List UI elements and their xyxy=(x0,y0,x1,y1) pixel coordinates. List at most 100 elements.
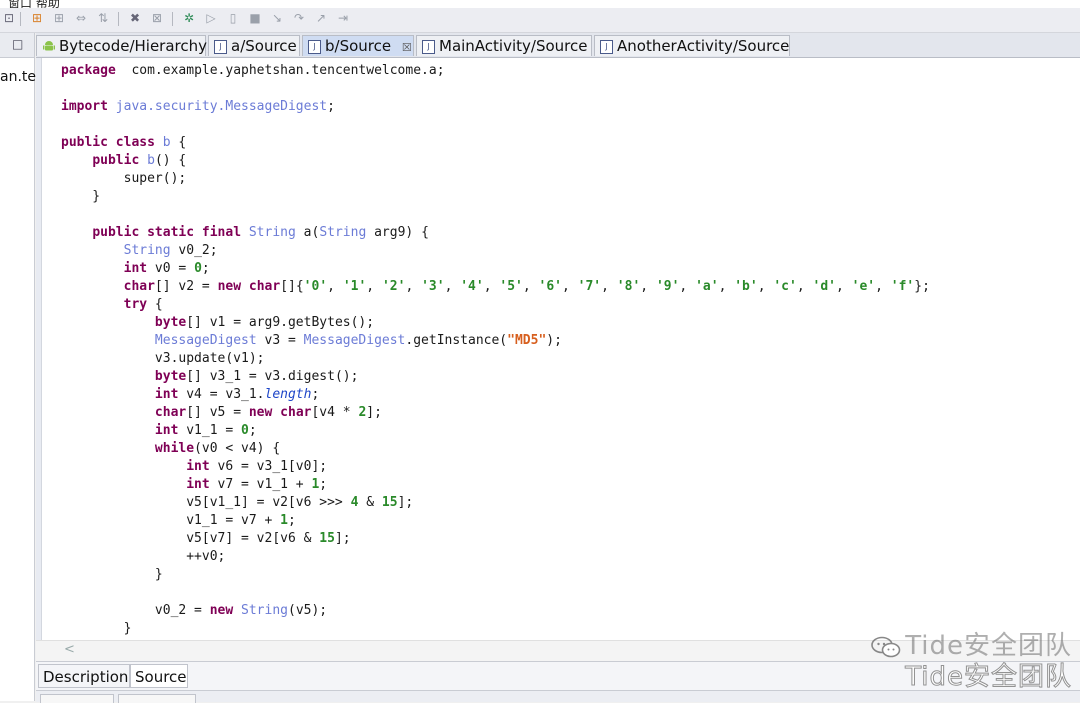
menu-bar: 窗口 帮助 xyxy=(0,0,1080,8)
find-icon[interactable]: ⊠ xyxy=(150,11,164,25)
code-token: int xyxy=(123,261,148,276)
code-token: v0 = xyxy=(147,261,195,276)
toolbar-separator xyxy=(172,12,173,26)
code-token: , xyxy=(483,279,500,294)
code-token: }; xyxy=(914,279,930,294)
new-file-icon[interactable]: ⊡ xyxy=(2,11,16,25)
expand-icon[interactable]: ⇔ xyxy=(74,11,88,25)
code-line[interactable]: while(v0 < v4) { xyxy=(61,440,930,458)
source-code[interactable]: package com.example.yaphetshan.tencentwe… xyxy=(61,62,930,640)
code-token: 1 xyxy=(280,513,288,528)
code-line[interactable]: super(); xyxy=(61,170,930,188)
tab-label: Bytecode/Hierarchy xyxy=(59,37,208,55)
code-token: 'f' xyxy=(890,279,915,294)
maximize-button[interactable]: □ xyxy=(12,37,23,51)
tree-item[interactable]: an.te xyxy=(0,69,36,85)
code-line[interactable]: MessageDigest v3 = MessageDigest.getInst… xyxy=(61,332,930,350)
code-line[interactable] xyxy=(61,116,930,134)
tab-mainactivity-source[interactable]: J MainActivity/Source xyxy=(416,35,592,56)
tab-description[interactable]: Description xyxy=(38,664,130,688)
step-into-icon[interactable]: ↘ xyxy=(270,11,284,25)
code-token: []{ xyxy=(280,279,304,294)
code-token: b xyxy=(162,135,171,150)
close-tab-icon[interactable]: ☒ xyxy=(402,41,412,54)
tab-anotheractivity-source[interactable]: J AnotherActivity/Source xyxy=(594,35,790,56)
jump-icon[interactable]: ⇅ xyxy=(96,11,110,25)
code-editor[interactable]: package com.example.yaphetshan.tencentwe… xyxy=(36,58,1080,640)
code-line[interactable]: public static final String a(String arg9… xyxy=(61,224,930,242)
code-token: 'c' xyxy=(773,279,797,294)
code-line[interactable] xyxy=(61,206,930,224)
code-line[interactable]: char[] v2 = new char[]{'0', '1', '2', '3… xyxy=(61,278,930,296)
code-line[interactable]: v1_1 = v7 + 1; xyxy=(61,512,930,530)
code-line[interactable]: int v7 = v1_1 + 1; xyxy=(61,476,930,494)
code-line[interactable]: public b() { xyxy=(61,152,930,170)
code-line[interactable]: String v0_2; xyxy=(61,242,930,260)
scroll-left-icon[interactable]: < xyxy=(64,642,75,657)
code-token: 15 xyxy=(381,495,398,510)
code-line[interactable]: public class b { xyxy=(61,134,930,152)
tab-label: AnotherActivity/Source xyxy=(617,37,790,55)
code-line[interactable]: v5[v7] = v2[v6 & 15]; xyxy=(61,530,930,548)
hierarchy-icon[interactable]: ⊞ xyxy=(30,11,44,25)
code-line[interactable]: int v0 = 0; xyxy=(61,260,930,278)
code-token: v7 = v1_1 + xyxy=(209,477,312,492)
code-line[interactable]: int v1_1 = 0; xyxy=(61,422,930,440)
code-line[interactable] xyxy=(61,584,930,602)
code-token: length xyxy=(264,387,312,402)
tab-a-source[interactable]: J a/Source xyxy=(208,35,300,56)
code-line[interactable]: import java.security.MessageDigest; xyxy=(61,98,930,116)
terminate-icon[interactable]: ■ xyxy=(248,11,262,25)
suspend-icon[interactable]: ▯ xyxy=(226,11,240,25)
code-token: , xyxy=(796,279,813,294)
tab-source[interactable]: Source xyxy=(130,664,188,688)
code-line[interactable]: } xyxy=(61,620,930,638)
tab-bytecode-hierarchy[interactable]: Bytecode/Hierarchy xyxy=(36,35,208,56)
code-token: [] v3_1 = v3.digest(); xyxy=(186,369,359,384)
code-token: '8' xyxy=(616,279,641,294)
code-token: [] v5 = xyxy=(186,405,249,420)
code-token: ; xyxy=(311,387,320,402)
code-line[interactable]: v5[v1_1] = v2[v6 >>> 4 & 15]; xyxy=(61,494,930,512)
code-token: [] v2 = xyxy=(154,279,218,294)
tab-b-source[interactable]: J b/Source ☒ xyxy=(302,35,414,56)
code-token: v0_2; xyxy=(170,243,218,258)
code-line[interactable]: v0_2 = new String(v5); xyxy=(61,602,930,620)
code-line[interactable]: byte[] v1 = arg9.getBytes(); xyxy=(61,314,930,332)
package-explorer-pane: □ an.te xyxy=(0,33,36,701)
code-token: () { xyxy=(154,153,187,168)
status-segment xyxy=(118,694,196,703)
code-token: { xyxy=(147,297,163,312)
code-token: public static final xyxy=(92,225,242,240)
code-line[interactable]: byte[] v3_1 = v3.digest(); xyxy=(61,368,930,386)
code-line[interactable]: package com.example.yaphetshan.tencentwe… xyxy=(61,62,930,80)
code-line[interactable]: try { xyxy=(61,296,930,314)
step-return-icon[interactable]: ↗ xyxy=(314,11,328,25)
code-token: , xyxy=(875,279,891,294)
code-token: '7' xyxy=(577,279,602,294)
step-over-icon[interactable]: ↷ xyxy=(292,11,306,25)
code-token: , xyxy=(718,279,735,294)
resume-icon[interactable]: ▷ xyxy=(204,11,218,25)
code-line[interactable]: } xyxy=(61,566,930,584)
grid-icon[interactable]: ⊞ xyxy=(52,11,66,25)
code-line[interactable]: } xyxy=(61,188,930,206)
code-line[interactable]: int v4 = v3_1.length; xyxy=(61,386,930,404)
code-line[interactable] xyxy=(61,80,930,98)
drop-frame-icon[interactable]: ⇥ xyxy=(336,11,350,25)
code-line[interactable]: ++v0; xyxy=(61,548,930,566)
horizontal-scrollbar[interactable]: < xyxy=(36,640,1080,661)
code-line[interactable]: char[] v5 = new char[v4 * 2]; xyxy=(61,404,930,422)
code-token: while xyxy=(154,441,195,456)
code-token: , xyxy=(366,279,382,294)
code-line[interactable]: int v6 = v3_1[v0]; xyxy=(61,458,930,476)
code-line[interactable]: v3.update(v1); xyxy=(61,350,930,368)
delete-icon[interactable]: ✖ xyxy=(128,11,142,25)
debug-icon[interactable]: ✲ xyxy=(182,11,196,25)
